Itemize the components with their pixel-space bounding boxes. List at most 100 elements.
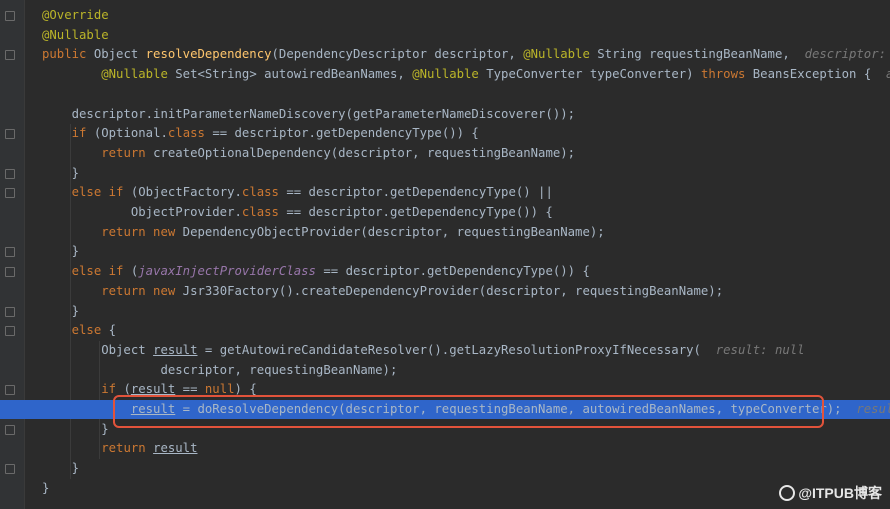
code-text: return result [42, 439, 197, 458]
code-token: result [130, 402, 176, 416]
code-token: class [241, 185, 287, 200]
code-line[interactable]: return result [0, 439, 890, 458]
code-token: @Nullable [523, 47, 598, 62]
code-text: @Override [42, 6, 109, 25]
code-token: result [153, 342, 198, 357]
code-line[interactable]: descriptor.initParameterNameDiscovery(ge… [0, 105, 890, 124]
code-line[interactable]: return createOptionalDependency(descript… [0, 144, 890, 163]
code-line[interactable]: return new DependencyObjectProvider(desc… [0, 223, 890, 242]
code-line[interactable]: } [0, 420, 890, 439]
inline-value-hint: descriptor: "fie [804, 47, 887, 62]
code-text: if (result == null) { [42, 380, 257, 399]
code-line[interactable]: else { [0, 321, 890, 340]
code-text: else { [42, 321, 116, 340]
code-token: else if [71, 264, 131, 279]
code-token: } [42, 461, 80, 476]
code-token: Object [42, 342, 154, 357]
code-line[interactable]: return new Jsr330Factory().createDepende… [0, 282, 890, 301]
code-line[interactable]: if (Optional.class == descriptor.getDepe… [0, 124, 890, 143]
code-token: == [175, 382, 205, 397]
code-text: } [42, 420, 108, 439]
code-token: if [71, 126, 94, 141]
code-token: } [42, 480, 50, 495]
code-token: resolveDependency [145, 47, 272, 62]
code-token: } [42, 244, 80, 259]
inline-value-hint: autow [886, 67, 890, 81]
code-text: Object result = getAutowireCandidateReso… [42, 341, 805, 360]
code-line[interactable]: public Object resolveDependency(Dependen… [0, 45, 890, 64]
code-line[interactable]: } [0, 242, 890, 261]
code-token: javaxInjectProviderClass [138, 264, 316, 279]
code-line[interactable]: @Nullable [0, 26, 890, 45]
code-token: public [42, 47, 94, 62]
code-text: ObjectProvider.class == descriptor.getDe… [42, 203, 553, 222]
code-token: Object [93, 47, 146, 62]
code-token: Jsr330Factory().createDependencyProvider… [182, 283, 724, 298]
code-token: descriptor, requestingBeanName); [42, 362, 398, 377]
code-line[interactable]: @Nullable Set<String> autowiredBeanNames… [0, 65, 890, 84]
watermark: @ITPUB博客 [779, 483, 882, 503]
code-token: ( [123, 382, 131, 397]
inline-value-hint: result: null [715, 342, 805, 357]
code-token: @Nullable [42, 27, 109, 42]
code-token: TypeConverter typeConverter) [486, 67, 701, 82]
inline-value-hint: result: n [856, 402, 890, 416]
code-line-current[interactable]: result = doResolveDependency(descriptor,… [0, 400, 890, 419]
code-line[interactable]: else if (ObjectFactory.class == descript… [0, 183, 890, 202]
code-text: @Nullable Set<String> autowiredBeanNames… [42, 65, 890, 84]
code-token: result [153, 441, 198, 456]
code-token: DependencyObjectProvider(descriptor, req… [182, 224, 605, 239]
code-line[interactable] [0, 85, 890, 104]
code-line[interactable]: else if (javaxInjectProviderClass == des… [0, 262, 890, 281]
code-text: if (Optional.class == descriptor.getDepe… [42, 124, 479, 143]
code-line[interactable]: } [0, 459, 890, 478]
code-token: result [130, 382, 176, 397]
code-token: = getAutowireCandidateResolver().getLazy… [197, 342, 716, 357]
code-text: descriptor.initParameterNameDiscovery(ge… [42, 105, 575, 124]
code-line[interactable]: } [0, 164, 890, 183]
code-token: return new [101, 224, 183, 239]
code-text: } [42, 302, 79, 321]
code-text: public Object resolveDependency(Dependen… [42, 45, 890, 64]
code-text: return new Jsr330Factory().createDepende… [42, 282, 723, 301]
code-token: (DependencyDescriptor descriptor, [271, 47, 524, 62]
code-text: } [42, 479, 49, 498]
code-token: if [101, 382, 124, 397]
code-token: == descriptor.getDependencyType()) { [212, 126, 479, 141]
code-text: return new DependencyObjectProvider(desc… [42, 223, 605, 242]
code-line[interactable]: @Override [0, 6, 890, 25]
code-line[interactable]: Object result = getAutowireCandidateReso… [0, 341, 890, 360]
code-line[interactable]: descriptor, requestingBeanName); [0, 361, 890, 380]
code-line[interactable]: } [0, 302, 890, 321]
code-line[interactable]: } [0, 479, 890, 498]
code-token: null [204, 382, 235, 397]
code-token: BeansException { [752, 67, 887, 82]
code-token: } [42, 165, 80, 180]
code-line[interactable]: ObjectProvider.class == descriptor.getDe… [0, 203, 890, 222]
code-token: == descriptor.getDependencyType()) { [286, 205, 553, 219]
code-token: (Optional. [93, 126, 168, 141]
code-line[interactable]: if (result == null) { [0, 380, 890, 399]
code-token: throws [700, 67, 753, 82]
code-token: @Nullable [412, 67, 487, 82]
code-text: } [42, 242, 79, 261]
code-token: createOptionalDependency(descriptor, req… [153, 145, 576, 160]
code-token: else [71, 323, 109, 338]
code-token: return [101, 145, 154, 160]
code-text: return createOptionalDependency(descript… [42, 144, 575, 163]
code-editor[interactable]: @Override @Nullable public Object resolveD… [0, 0, 890, 509]
code-token: return new [101, 283, 183, 298]
code-token: return [101, 441, 154, 456]
code-text: else if (javaxInjectProviderClass == des… [42, 262, 590, 281]
code-token: == descriptor.getDependencyType() || [286, 185, 553, 200]
code-token: (ObjectFactory. [130, 185, 242, 200]
